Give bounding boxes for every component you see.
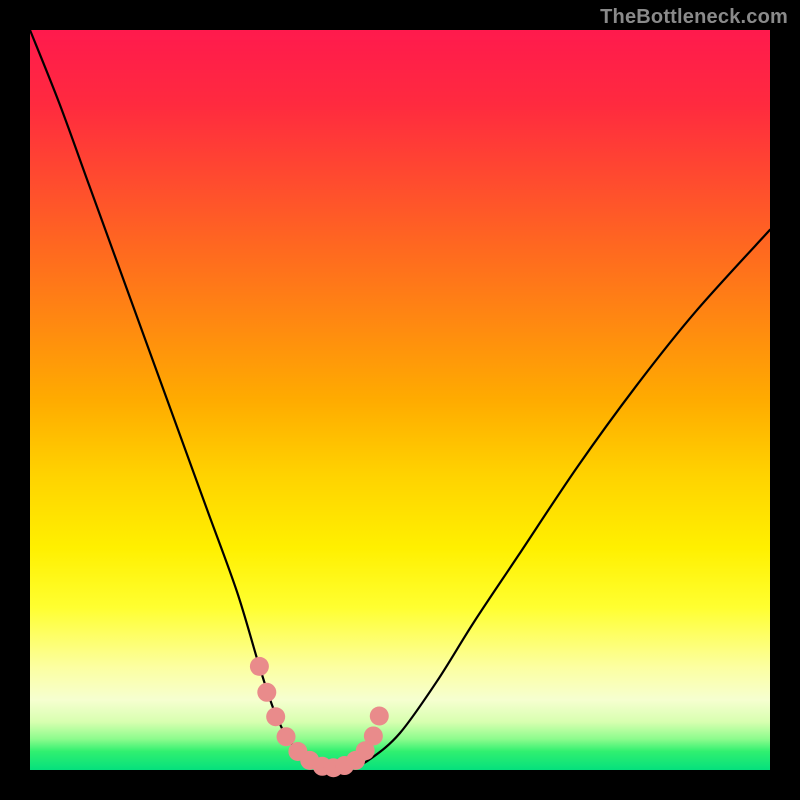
marker-dot <box>364 726 383 745</box>
marker-dot <box>277 727 296 746</box>
gradient-background <box>30 30 770 770</box>
marker-dot <box>257 683 276 702</box>
marker-dot <box>250 657 269 676</box>
chart-stage: TheBottleneck.com <box>0 0 800 800</box>
marker-dot <box>370 706 389 725</box>
bottleneck-chart <box>0 0 800 800</box>
marker-dot <box>266 707 285 726</box>
